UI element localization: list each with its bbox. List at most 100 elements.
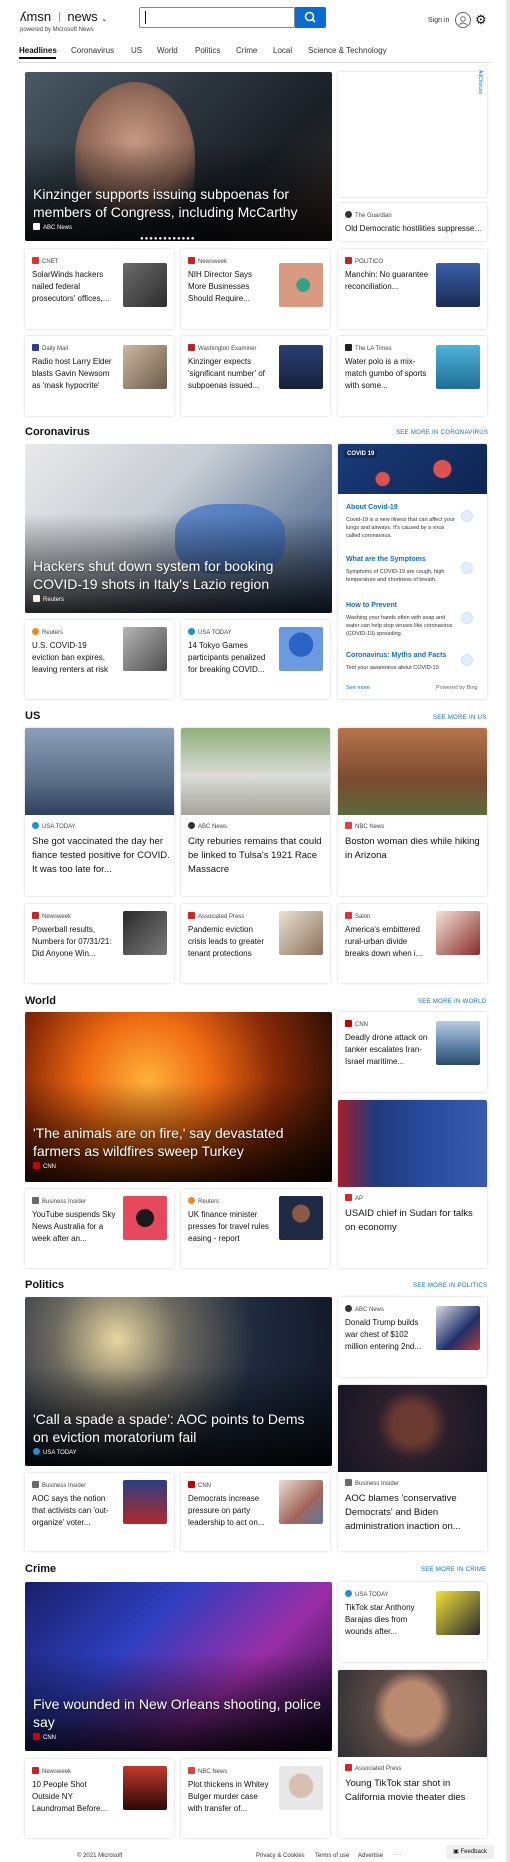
scrollbar[interactable] [506,0,510,1862]
tab-politics[interactable]: Politics [195,46,220,55]
card-thumbnail [123,911,167,955]
news-card[interactable]: Daily Mail Radio host Larry Elder blasts… [25,336,174,416]
card-source: USA TODAY [345,1590,389,1598]
search-icon [304,11,316,23]
news-card[interactable]: Business Insider AOC says the notion tha… [25,1473,174,1551]
covid-see-more-link[interactable]: See more [346,685,370,691]
tab-science-technology[interactable]: Science & Technology [308,46,387,55]
user-icon[interactable] [455,12,471,28]
news-card[interactable]: Newsweek 10 People Shot Outside NY Laund… [25,1759,174,1838]
tab-local[interactable]: Local [273,46,292,55]
card-thumbnail [279,1766,323,1810]
tab-crime[interactable]: Crime [236,46,257,55]
more-icon[interactable]: · · · [392,1852,401,1858]
card-thumbnail [436,345,480,389]
news-card-large[interactable]: Associated Press Young TikTok star shot … [338,1670,487,1838]
covid-item-title[interactable]: About Covid-19 [346,504,398,511]
advertise-link[interactable]: Advertise [358,1853,383,1859]
section-heading-world[interactable]: World [25,995,56,1007]
news-card[interactable]: POLITICO Manchin: No guarantee reconcili… [338,249,487,329]
section-heading-crime[interactable]: Crime [25,1563,56,1575]
tab-coronavirus[interactable]: Coronavirus [71,46,114,55]
politics-hero[interactable]: 'Call a spade a spade': AOC points to De… [25,1297,332,1466]
section-heading-politics[interactable]: Politics [25,1279,64,1291]
news-card[interactable]: ABC News Donald Trump builds war chest o… [338,1297,487,1377]
news-card[interactable]: Salon America's embittered rural-urban d… [338,904,487,983]
news-card[interactable]: USA TODAY TikTok star Anthony Barajas di… [338,1582,487,1662]
card-thumbnail [436,1591,480,1635]
see-more-crime-link[interactable]: SEE MORE IN CRIME [421,1567,486,1573]
headline-hero[interactable]: Kinzinger supports issuing subpoenas for… [25,72,332,241]
news-card[interactable]: Associated Press Pandemic eviction crisi… [181,904,330,983]
covid-item-title[interactable]: How to Prevent [346,602,397,609]
news-card[interactable]: Business Insider YouTube suspends Sky Ne… [25,1189,174,1268]
card-thumbnail [436,1306,480,1350]
section-heading-us[interactable]: US [25,710,40,722]
news-card[interactable]: Newsweek Powerball results, Numbers for … [25,904,174,983]
world-hero[interactable]: 'The animals are on fire,' say devastate… [25,1012,332,1182]
news-card[interactable]: CNN Deadly drone attack on tanker escala… [338,1012,487,1092]
thermometer-icon [461,562,473,574]
gear-icon[interactable]: ⚙ [475,12,487,28]
section-heading-coronavirus[interactable]: Coronavirus [25,426,90,438]
card-source: Newsweek [188,257,227,265]
privacy-link[interactable]: Privacy & Cookies [256,1853,305,1859]
ad-choices-label[interactable]: AdChoices [477,70,483,94]
card-image [338,1100,487,1187]
news-card[interactable]: CNET SolarWinds hackers nailed federal p… [25,249,174,329]
tab-us[interactable]: US [131,46,142,55]
headline-side-card[interactable]: The Guardian Old Democratic hostilities … [338,203,487,241]
ad-card[interactable] [338,72,487,197]
news-card[interactable]: Reuters U.S. COVID-19 eviction ban expir… [25,620,174,699]
news-card[interactable]: The LA Times Water polo is a mix-match g… [338,336,487,416]
news-card[interactable]: Newsweek NIH Director Says More Business… [181,249,330,329]
search-input[interactable] [139,7,295,28]
covid-item-title[interactable]: What are the Symptoms [346,556,426,563]
card-source: Newsweek [32,912,71,920]
news-card-large[interactable]: Business Insider AOC blames 'conservativ… [338,1385,487,1551]
carousel-dots[interactable]: ●●●●●●●●●●●● [140,236,196,242]
see-more-coronavirus-link[interactable]: SEE MORE IN CORONAVIRUS [396,430,488,436]
card-source: Reuters [32,628,63,636]
tab-world[interactable]: World [157,46,178,55]
nav-divider [18,62,492,63]
card-thumbnail [279,911,323,955]
card-thumbnail [279,1196,323,1240]
terms-link[interactable]: Terms of use [315,1853,349,1859]
source-logo-icon [188,1197,195,1204]
footer: © 2021 Microsoft Privacy & Cookies Terms… [0,1846,510,1862]
card-source: USA TODAY [32,822,76,830]
card-source: Reuters [188,1197,219,1205]
card-thumbnail [279,263,323,307]
news-card[interactable]: Washington Examiner Kinzinger expects 's… [181,336,330,416]
news-card[interactable]: Reuters UK finance minister presses for … [181,1189,330,1268]
source-logo-icon [188,257,195,264]
tab-headlines[interactable]: Headlines [19,46,57,55]
covid-item-title[interactable]: Coronavirus: Myths and Facts [346,652,446,659]
hero-title: Hackers shut down system for booking COV… [33,558,274,592]
msn-logo[interactable]: ʎmsn news ⌄ [20,9,107,24]
crime-hero[interactable]: Five wounded in New Orleans shooting, po… [25,1582,332,1751]
news-card-large[interactable]: ABC News City reburies remains that coul… [181,728,330,896]
search-button[interactable] [295,7,326,28]
source-logo-icon [32,1481,39,1488]
card-title: Old Democratic hostilities suppressed in… [345,224,485,233]
news-card-large[interactable]: AP USAID chief in Sudan for talks on eco… [338,1100,487,1268]
news-card-large[interactable]: USA TODAY She got vaccinated the day her… [25,728,174,896]
see-more-world-link[interactable]: SEE MORE IN WORLD [418,999,486,1005]
news-card[interactable]: CNN Democrats increase pressure on party… [181,1473,330,1551]
news-card-large[interactable]: NBC News Boston woman dies while hiking … [338,728,487,896]
card-title: She got vaccinated the day her fiance te… [32,836,170,875]
card-thumbnail [279,345,323,389]
sign-in-link[interactable]: Sign in [428,17,449,24]
see-more-politics-link[interactable]: SEE MORE IN POLITICS [413,1283,487,1289]
news-card[interactable]: NBC News Plot thickens in Whitey Bulger … [181,1759,330,1838]
header: ʎmsn news ⌄ powered by Microsoft News Si… [0,0,510,42]
card-source: Associated Press [345,1764,401,1772]
feedback-button[interactable]: ▣ Feedback [446,1845,494,1859]
news-card[interactable]: USA TODAY 14 Tokyo Games participants pe… [181,620,330,699]
coronavirus-hero[interactable]: Hackers shut down system for booking COV… [25,444,332,613]
card-source: CNN [188,1481,211,1489]
card-source: NBC News [188,1767,227,1775]
see-more-us-link[interactable]: SEE MORE IN US [433,715,487,721]
